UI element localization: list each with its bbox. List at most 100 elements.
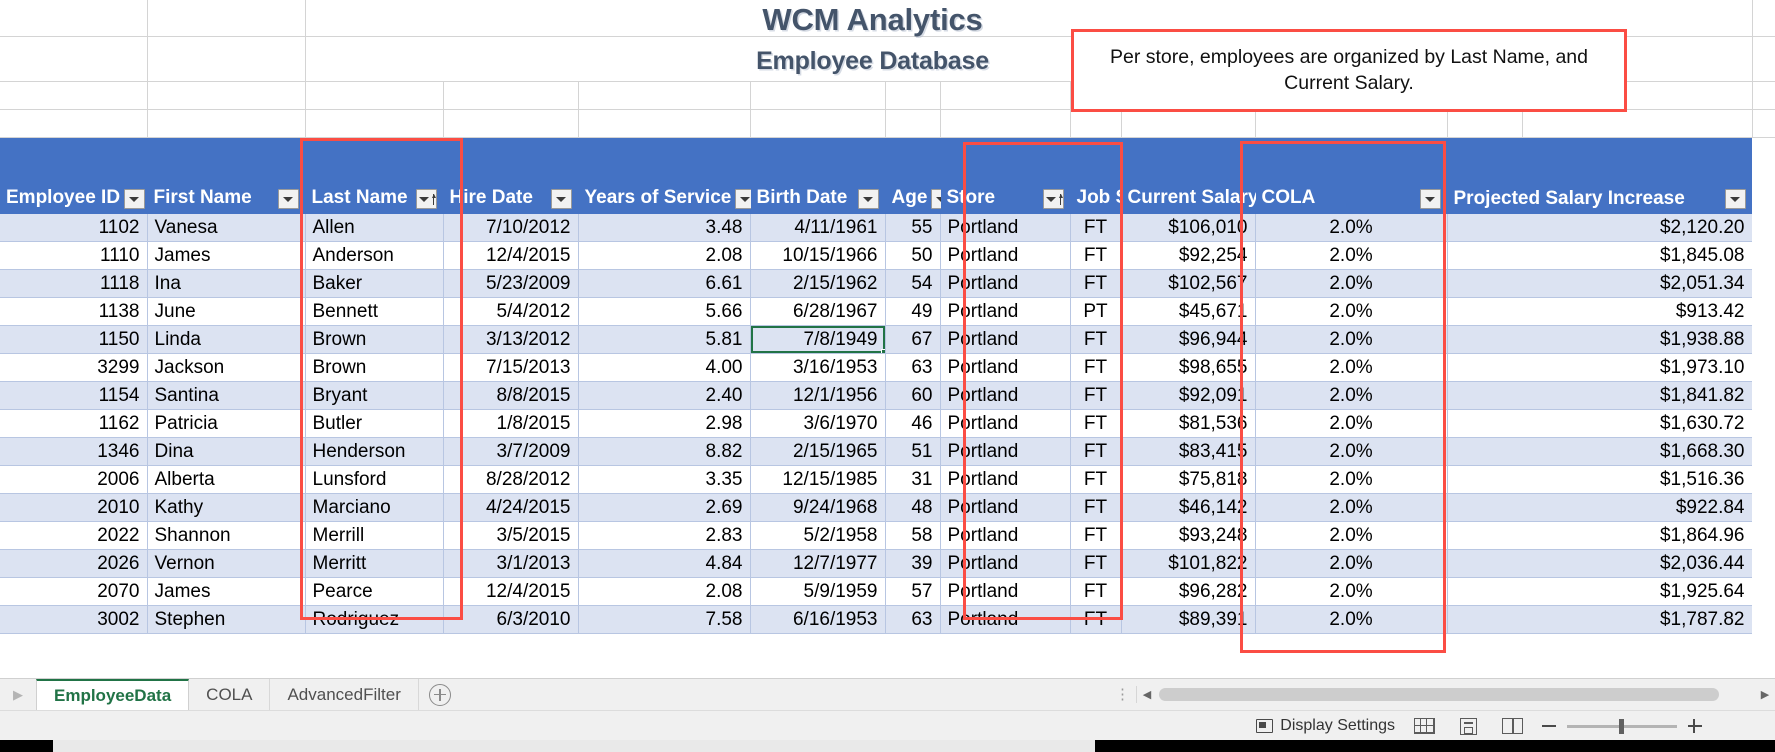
cell[interactable]: Brown — [305, 353, 444, 382]
cell[interactable]: Marciano — [305, 493, 444, 522]
cell[interactable]: 5.81 — [578, 325, 751, 354]
cell[interactable]: 2.0% — [1255, 214, 1448, 242]
filter-dropdown-first-name[interactable] — [277, 189, 299, 209]
table-row[interactable]: 1150 Linda Brown 3/13/2012 5.81 7/8/1949 67 Por… — [0, 325, 1752, 354]
cell[interactable]: Bryant — [305, 381, 444, 410]
cell[interactable]: 39 — [885, 549, 941, 578]
cell[interactable]: 1110 — [0, 241, 148, 270]
filter-dropdown-projected-salary-increase[interactable] — [1724, 189, 1746, 209]
fill-handle[interactable] — [880, 349, 884, 353]
cell[interactable]: 6/16/1953 — [750, 605, 886, 634]
cell[interactable]: 12/4/2015 — [443, 241, 579, 270]
cell[interactable]: Linda — [147, 325, 306, 354]
cell[interactable]: Dina — [147, 437, 306, 466]
column-header-first-name[interactable]: First Name — [147, 138, 306, 214]
cell[interactable]: James — [147, 577, 306, 606]
cell[interactable]: 8.82 — [578, 437, 751, 466]
cell[interactable]: 50 — [885, 241, 941, 270]
cell[interactable]: $1,841.82 — [1447, 381, 1752, 410]
cell[interactable]: 2.0% — [1255, 381, 1448, 410]
scroll-left-icon[interactable]: ◀ — [1137, 685, 1157, 703]
cell[interactable]: 2.0% — [1255, 297, 1448, 326]
cell[interactable]: Bennett — [305, 297, 444, 326]
zoom-control[interactable] — [1541, 718, 1763, 734]
cell[interactable]: $1,938.88 — [1447, 325, 1752, 354]
cell[interactable]: Portland — [940, 214, 1071, 242]
cell[interactable]: Portland — [940, 605, 1071, 634]
cell[interactable]: 2.0% — [1255, 549, 1448, 578]
table-row[interactable]: 1138 June Bennett 5/4/2012 5.66 6/28/1967 49 Po… — [0, 297, 1752, 326]
column-header-job-status[interactable]: Job Status — [1070, 138, 1199, 214]
sheet-nav-right-icon[interactable]: ▶ — [0, 679, 36, 711]
cell[interactable]: 12/4/2015 — [443, 577, 579, 606]
cell[interactable]: $101,822 — [1121, 549, 1256, 578]
cell[interactable]: Vernon — [147, 549, 306, 578]
cell[interactable]: FT — [1070, 521, 1122, 550]
cell[interactable]: 2/15/1965 — [750, 437, 886, 466]
cell[interactable]: Portland — [940, 325, 1071, 354]
cell[interactable]: $81,536 — [1121, 409, 1256, 438]
cell[interactable]: FT — [1070, 269, 1122, 298]
cell[interactable]: 58 — [885, 521, 941, 550]
cell[interactable]: $1,516.36 — [1447, 465, 1752, 494]
cell[interactable]: 8/28/2012 — [443, 465, 579, 494]
display-settings-button[interactable]: Display Settings — [1256, 717, 1395, 735]
column-header-cola[interactable]: COLA — [1255, 138, 1448, 214]
cell[interactable]: $1,925.64 — [1447, 577, 1752, 606]
cell[interactable]: 2.98 — [578, 409, 751, 438]
cell[interactable]: FT — [1070, 325, 1122, 354]
cell[interactable]: 4.84 — [578, 549, 751, 578]
cell[interactable]: Portland — [940, 353, 1071, 382]
cell[interactable]: 2.40 — [578, 381, 751, 410]
cell[interactable]: 7/10/2012 — [443, 214, 579, 242]
cell[interactable]: 12/7/1977 — [750, 549, 886, 578]
worksheet-grid[interactable]: Employee ID First Name Last Name Hire Da… — [0, 138, 1752, 678]
cell[interactable]: 1346 — [0, 437, 148, 466]
table-row[interactable]: 2026 Vernon Merritt 3/1/2013 4.84 12/7/1977 39… — [0, 549, 1752, 578]
cell[interactable]: 2070 — [0, 577, 148, 606]
cell[interactable]: 2.69 — [578, 493, 751, 522]
cell[interactable]: 51 — [885, 437, 941, 466]
cell[interactable]: $75,818 — [1121, 465, 1256, 494]
filter-dropdown-sorted-last-name[interactable] — [415, 189, 437, 209]
cell[interactable]: 7.58 — [578, 605, 751, 634]
table-row[interactable]: 1110 James Anderson 12/4/2015 2.08 10/15/1966… — [0, 241, 1752, 270]
cell[interactable]: 31 — [885, 465, 941, 494]
cell[interactable]: 2.83 — [578, 521, 751, 550]
cell[interactable]: Ina — [147, 269, 306, 298]
cell[interactable]: 3/6/1970 — [750, 409, 886, 438]
cell[interactable]: 4.00 — [578, 353, 751, 382]
cell[interactable]: 2.0% — [1255, 353, 1448, 382]
column-header-age[interactable]: Age — [885, 138, 953, 214]
cell[interactable]: 3299 — [0, 353, 148, 382]
cell[interactable]: 2.0% — [1255, 325, 1448, 354]
cell[interactable]: $98,655 — [1121, 353, 1256, 382]
table-row[interactable]: 1346 Dina Henderson 3/7/2009 8.82 2/15/1965 51… — [0, 437, 1752, 466]
cell[interactable]: 3/5/2015 — [443, 521, 579, 550]
cell[interactable]: 57 — [885, 577, 941, 606]
cell[interactable]: 3/16/1953 — [750, 353, 886, 382]
cell[interactable]: 46 — [885, 409, 941, 438]
cell[interactable]: Vanesa — [147, 214, 306, 242]
cell[interactable]: 60 — [885, 381, 941, 410]
cell[interactable]: 1150 — [0, 325, 148, 354]
scroll-right-icon[interactable]: ▶ — [1755, 685, 1775, 703]
cell[interactable]: Merrill — [305, 521, 444, 550]
cell[interactable]: FT — [1070, 465, 1122, 494]
cell[interactable]: 2010 — [0, 493, 148, 522]
cell[interactable]: $96,282 — [1121, 577, 1256, 606]
cell[interactable]: 10/15/1966 — [750, 241, 886, 270]
sheet-tab-advancedfilter[interactable]: AdvancedFilter — [270, 678, 419, 711]
cell[interactable]: Portland — [940, 269, 1071, 298]
cell[interactable]: 2006 — [0, 465, 148, 494]
cell[interactable]: 1138 — [0, 297, 148, 326]
cell[interactable]: Portland — [940, 521, 1071, 550]
cell[interactable]: Anderson — [305, 241, 444, 270]
cell[interactable]: Alberta — [147, 465, 306, 494]
cell[interactable]: FT — [1070, 493, 1122, 522]
cell[interactable]: 3.48 — [578, 214, 751, 242]
column-header-employee-id[interactable]: Employee ID — [0, 138, 148, 214]
cell[interactable]: 2.0% — [1255, 241, 1448, 270]
cell[interactable]: 5.66 — [578, 297, 751, 326]
page-break-preview-button[interactable] — [1497, 715, 1527, 737]
